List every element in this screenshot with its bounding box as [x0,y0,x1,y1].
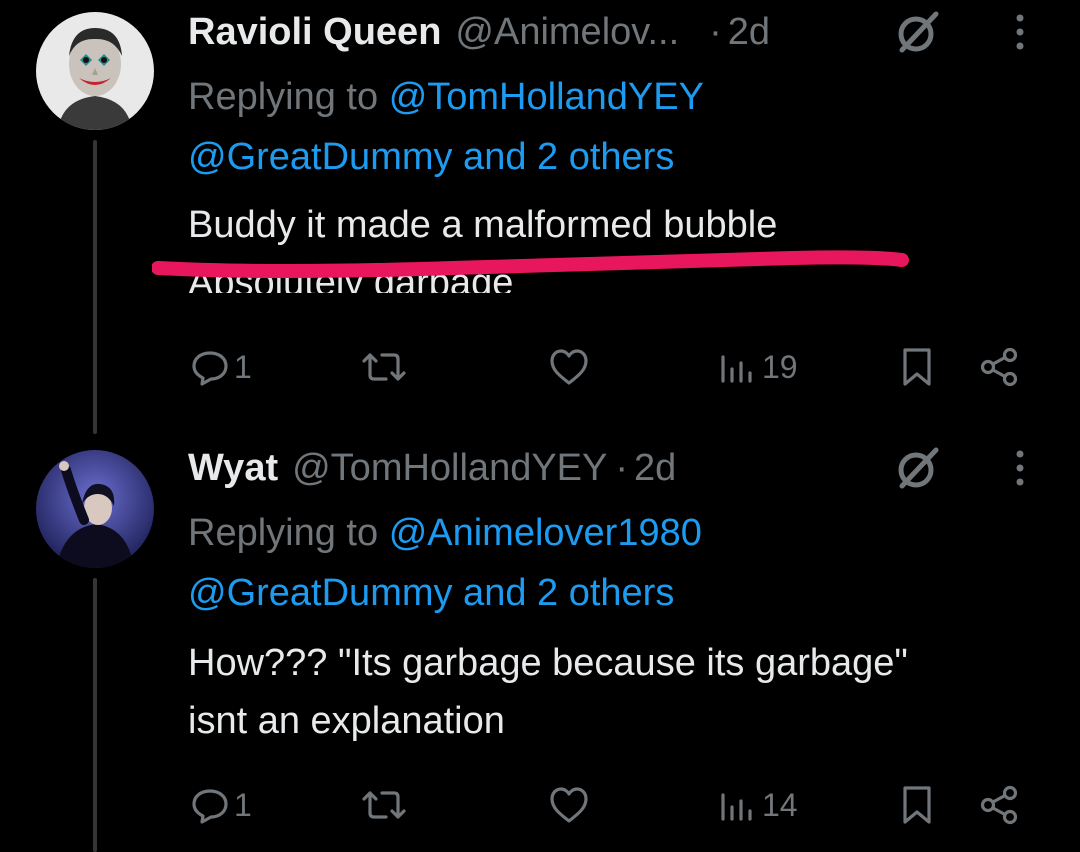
timestamp[interactable]: 2d [728,11,770,54]
tweet-text-line-1: Buddy it made a malformed bubble [188,204,778,246]
more-icon[interactable] [1010,10,1030,54]
replying-others-link[interactable]: @GreatDummy and 2 others [188,136,674,178]
avatar-wyat[interactable] [36,450,154,568]
separator-dot: · [709,10,722,53]
like-icon [550,787,588,823]
tweet-actions: 1 14 [0,780,1080,830]
reply-button[interactable]: 1 [190,342,252,392]
reply-count: 1 [234,348,252,385]
replying-prefix: Replying to [188,76,379,118]
tweet-text-line-1: How??? "Its garbage because its garbage" [188,642,908,684]
reply-button[interactable]: 1 [190,780,252,830]
replying-prefix: Replying to [188,512,379,554]
bookmark-icon [903,786,931,824]
timestamp[interactable]: 2d [634,447,676,490]
like-icon [550,349,588,385]
display-name[interactable]: Ravioli Queen [188,11,441,54]
like-button[interactable] [548,780,590,830]
display-name[interactable]: Wyat [188,447,278,490]
replying-to-line: Replying to @TomHollandYEY [188,76,704,119]
replying-others-link[interactable]: @GreatDummy and 2 others [188,572,674,614]
replying-others-line: @GreatDummy and 2 others [188,572,674,615]
views-count: 14 [762,786,798,823]
views-icon [721,355,752,383]
tweet-header: Wyat @TomHollandYEY · 2d [188,438,676,498]
bookmark-button[interactable] [900,342,934,392]
tweet-ravioli-queen[interactable]: Ravioli Queen @Animelov... · 2d Replying… [0,0,1080,420]
tweet-header: Ravioli Queen @Animelov... · 2d [188,2,770,62]
separator-dot: · [615,446,629,489]
reply-icon [192,351,228,386]
tweet-actions: 1 19 [0,342,1080,392]
replying-to-link[interactable]: @TomHollandYEY [389,76,704,118]
user-handle[interactable]: @TomHollandYEY [292,447,607,490]
more-icon[interactable] [1010,446,1030,490]
grok-icon[interactable] [894,8,942,56]
views-button[interactable]: 19 [718,342,798,392]
share-button[interactable] [978,780,1022,830]
retweet-button[interactable] [360,780,408,830]
views-count: 19 [762,348,798,385]
replying-to-link[interactable]: @Animelover1980 [389,512,702,554]
share-icon [980,347,1018,387]
retweet-button[interactable] [360,342,408,392]
share-button[interactable] [978,342,1022,392]
reply-icon [192,789,228,824]
share-icon [980,785,1018,825]
replying-to-line: Replying to @Animelover1980 [188,512,702,555]
tweet-wyat[interactable]: Wyat @TomHollandYEY · 2d Replying to @An… [0,436,1080,852]
highlight-annotation [151,244,912,294]
avatar-ravioli-queen[interactable] [36,12,154,130]
views-button[interactable]: 14 [718,780,798,830]
retweet-icon [362,791,406,819]
grok-icon[interactable] [894,444,942,492]
views-icon [721,793,752,821]
retweet-icon [362,353,406,381]
user-handle[interactable]: @Animelov... [455,11,679,54]
like-button[interactable] [548,342,590,392]
reply-count: 1 [234,786,252,823]
replying-others-line: @GreatDummy and 2 others [188,136,674,179]
bookmark-button[interactable] [900,780,934,830]
bookmark-icon [903,348,931,386]
tweet-text-line-2: isnt an explanation [188,700,505,742]
